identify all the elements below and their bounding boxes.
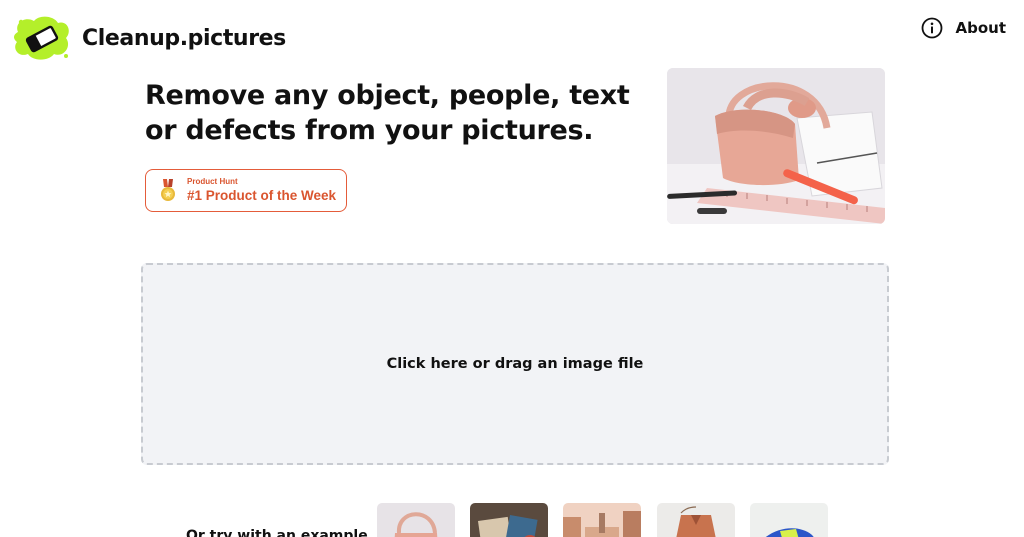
hero-example-image [667, 68, 885, 224]
sample-thumbnail-sneaker[interactable] [750, 503, 828, 537]
medal-icon [161, 178, 175, 201]
samples-label: Or try with an example [186, 528, 368, 537]
sample-thumbnail-desk[interactable] [470, 503, 548, 537]
about-button[interactable]: About [921, 17, 1006, 39]
eraser-logo-icon [14, 16, 69, 60]
sample-thumbnail-city[interactable] [563, 503, 641, 537]
sample-thumbnail-jacket[interactable] [657, 503, 735, 537]
page: Cleanup.pictures About Remove any object… [0, 0, 1024, 537]
badge-kicker: Product Hunt [187, 176, 238, 186]
badge-title: #1 Product of the Week [187, 187, 337, 203]
info-icon [922, 17, 943, 39]
hero-headline: Remove any object, people, text or defec… [145, 80, 630, 146]
dropzone-label: Click here or drag an image file [386, 356, 644, 372]
product-hunt-badge[interactable]: Product Hunt #1 Product of the Week [145, 169, 347, 212]
sample-thumbnail-bag[interactable] [377, 503, 455, 537]
logo-link[interactable]: Cleanup.pictures [12, 14, 286, 62]
upload-dropzone[interactable]: Click here or drag an image file [141, 263, 889, 465]
brand-name: Cleanup.pictures [82, 25, 286, 51]
about-label: About [955, 19, 1006, 37]
